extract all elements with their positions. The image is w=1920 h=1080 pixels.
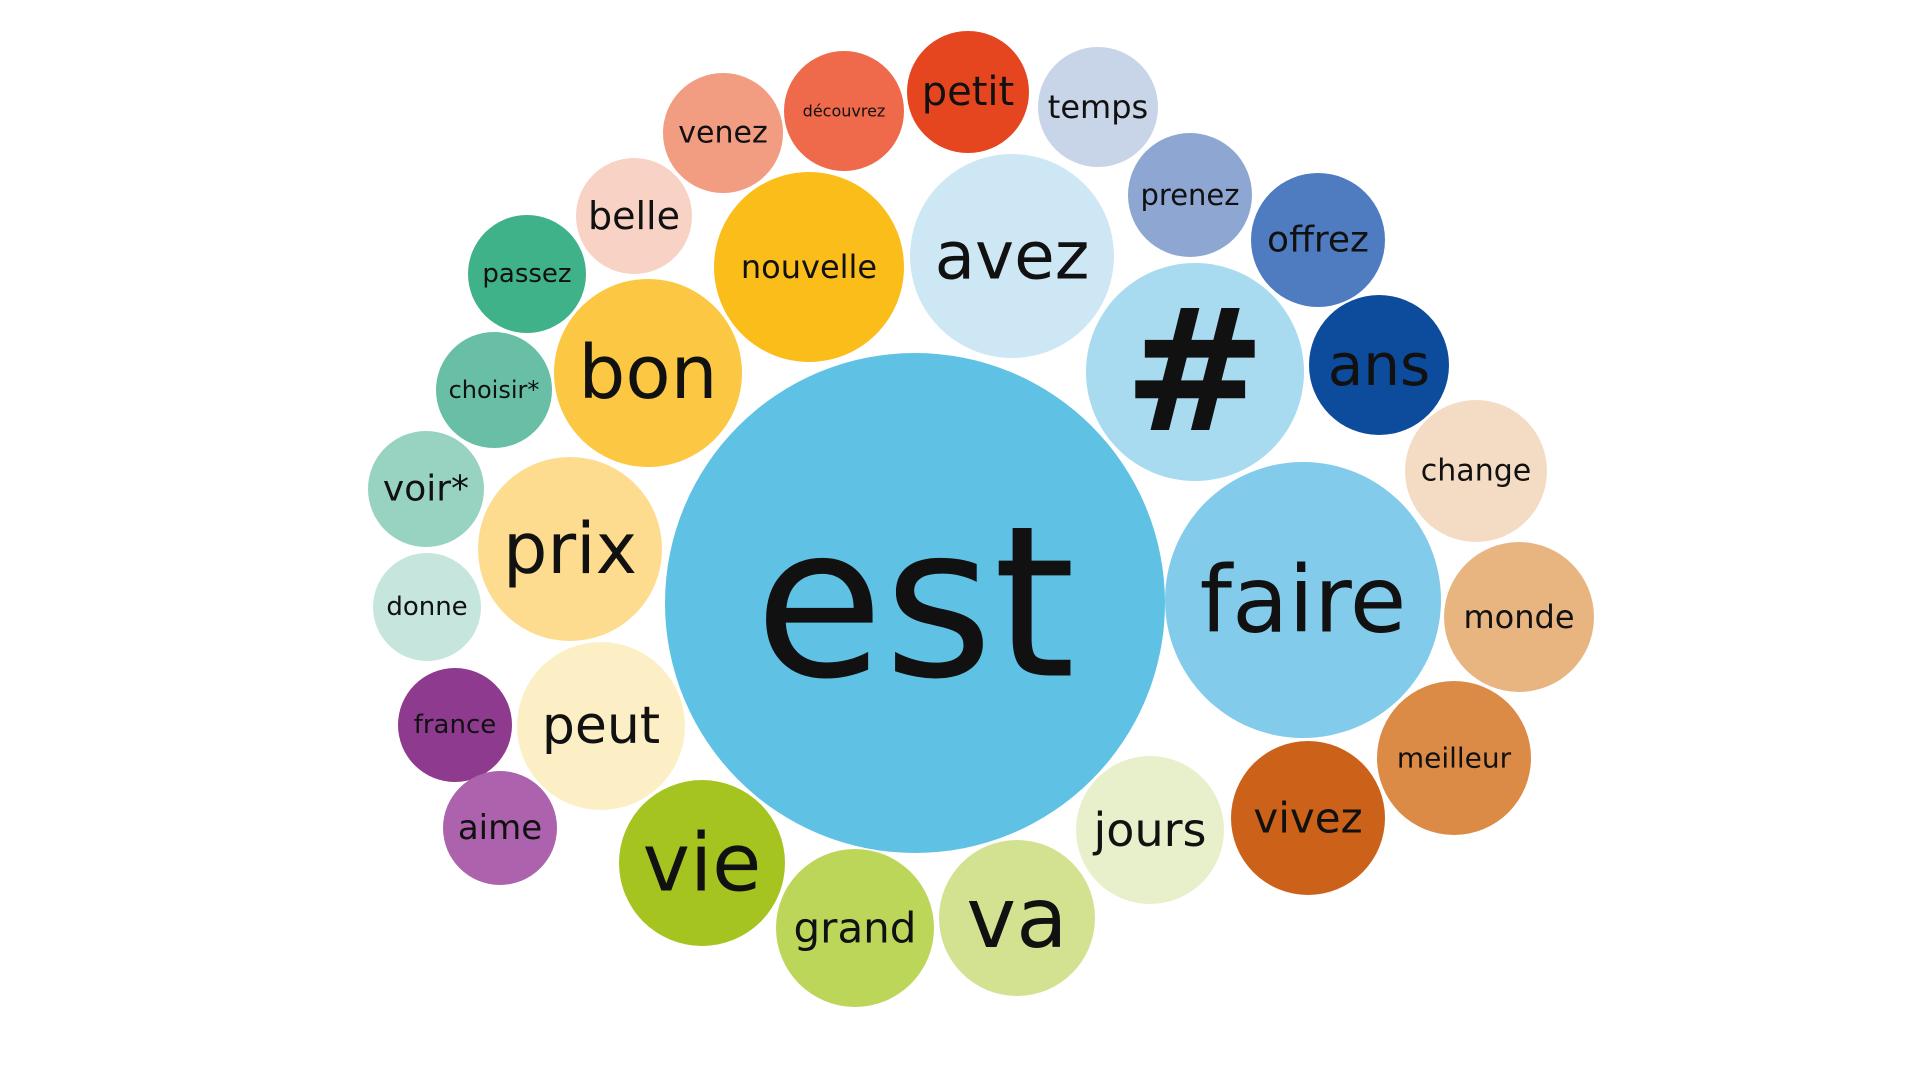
bubble-label-avez: avez (935, 218, 1090, 295)
bubble-label-choisir-star: choisir* (449, 376, 540, 404)
bubble-meilleur: meilleur (1377, 681, 1531, 835)
bubble-change: change (1405, 400, 1547, 542)
bubble-bon: bon (554, 279, 742, 467)
bubble-prenez: prenez (1128, 133, 1252, 257)
bubble-voir-star: voir* (368, 431, 484, 547)
bubble-label-petit: petit (922, 69, 1014, 115)
bubble-label-nouvelle: nouvelle (741, 248, 877, 286)
bubble-label-venez: venez (678, 116, 767, 151)
bubble-label-prenez: prenez (1141, 178, 1240, 212)
bubble-temps: temps (1038, 47, 1158, 167)
bubble-ans: ans (1309, 295, 1449, 435)
bubble-passez: passez (468, 215, 586, 333)
bubble-label-temps: temps (1048, 88, 1148, 126)
bubble-label-voir-star: voir* (383, 469, 469, 510)
bubble-avez: avez (910, 154, 1114, 358)
bubble-offrez: offrez (1251, 173, 1385, 307)
bubble-label-jours: jours (1093, 803, 1207, 857)
bubble-label-vivez: vivez (1253, 794, 1362, 843)
bubble-label-monde: monde (1463, 598, 1574, 636)
bubble-label-hash: # (1124, 273, 1266, 471)
bubble-label-france: france (414, 710, 497, 740)
bubble-label-belle: belle (588, 194, 680, 238)
bubble-decouvrez: découvrez (784, 51, 904, 171)
bubble-label-va: va (966, 869, 1067, 967)
bubble-est: est (665, 353, 1165, 853)
word-bubble-chart: est faire # avez ans offrez prenez temps petit dé… (368, 31, 1594, 1007)
bubble-aime: aime (443, 771, 557, 885)
bubble-label-donne: donne (386, 592, 467, 622)
bubble-va: va (939, 840, 1095, 996)
bubble-petit: petit (907, 31, 1029, 153)
bubble-donne: donne (373, 553, 481, 661)
bubble-grand: grand (776, 849, 934, 1007)
bubble-jours: jours (1076, 756, 1224, 904)
bubble-prix: prix (478, 457, 662, 641)
bubble-hash: # (1086, 263, 1304, 481)
bubble-vivez: vivez (1231, 741, 1385, 895)
bubble-label-change: change (1421, 454, 1531, 489)
bubble-label-vie: vie (643, 817, 762, 910)
bubble-label-aime: aime (458, 808, 542, 848)
bubble-label-peut: peut (542, 696, 660, 756)
bubble-label-faire: faire (1200, 547, 1407, 654)
bubble-peut: peut (517, 642, 685, 810)
bubble-label-prix: prix (503, 508, 637, 590)
bubble-label-ans: ans (1328, 331, 1431, 399)
bubble-belle: belle (576, 158, 692, 274)
bubble-choisir-star: choisir* (436, 332, 552, 448)
bubble-label-offrez: offrez (1267, 220, 1369, 261)
bubble-monde: monde (1444, 542, 1594, 692)
bubble-label-grand: grand (794, 904, 917, 953)
bubble-label-decouvrez: découvrez (803, 102, 886, 121)
bubble-faire: faire (1165, 462, 1441, 738)
bubble-venez: venez (663, 73, 783, 193)
bubble-label-passez: passez (482, 259, 571, 289)
bubbles-group: est faire # avez ans offrez prenez temps petit dé… (368, 31, 1594, 1007)
bubble-label-meilleur: meilleur (1397, 742, 1512, 775)
bubble-nouvelle: nouvelle (714, 172, 904, 362)
bubble-france: france (398, 668, 512, 782)
bubble-label-est: est (755, 481, 1076, 726)
bubble-vie: vie (619, 780, 785, 946)
bubble-label-bon: bon (578, 330, 717, 416)
